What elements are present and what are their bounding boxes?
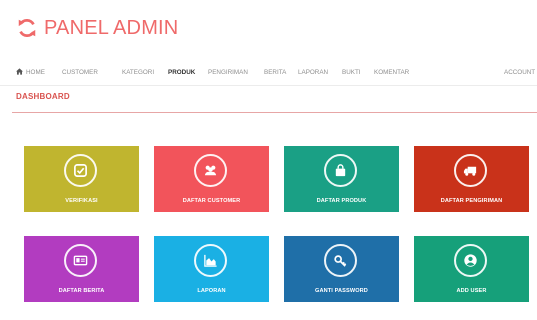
key-icon bbox=[324, 244, 357, 277]
nav-item-home[interactable]: HOME bbox=[16, 60, 45, 86]
truck-icon bbox=[454, 154, 487, 187]
section-divider bbox=[12, 112, 537, 113]
nav-item-pengiriman[interactable]: PENGIRIMAN bbox=[208, 60, 248, 86]
tile-label: DAFTAR CUSTOMER bbox=[182, 198, 241, 204]
header: PANEL ADMIN bbox=[0, 0, 537, 58]
main-navbar: HOME CUSTOMER KATEGORI PRODUK PENGIRIMAN… bbox=[0, 60, 537, 86]
tile-label: DAFTAR PENGIRIMAN bbox=[440, 198, 503, 204]
user-circle-icon bbox=[454, 244, 487, 277]
tile-label: ADD USER bbox=[456, 288, 487, 294]
nav-item-bukti[interactable]: BUKTI bbox=[342, 60, 361, 86]
shopping-bag-icon bbox=[324, 154, 357, 187]
tile-ganti-password[interactable]: GANTI PASSWORD bbox=[284, 236, 399, 302]
tile-label: VERIFIKASI bbox=[65, 198, 98, 204]
nav-item-laporan[interactable]: LAPORAN bbox=[298, 60, 328, 86]
nav-item-label: HOME bbox=[26, 69, 45, 76]
id-card-icon bbox=[64, 244, 97, 277]
brand-logo[interactable]: PANEL ADMIN bbox=[16, 16, 178, 40]
tile-daftar-produk[interactable]: DAFTAR PRODUK bbox=[284, 146, 399, 212]
refresh-icon bbox=[16, 17, 38, 39]
nav-item-berita[interactable]: BERITA bbox=[264, 60, 286, 86]
tile-label: DAFTAR BERITA bbox=[58, 288, 105, 294]
tile-label: GANTI PASSWORD bbox=[315, 288, 368, 294]
users-icon bbox=[194, 154, 227, 187]
checkbox-icon bbox=[64, 154, 97, 187]
nav-item-produk[interactable]: PRODUK bbox=[168, 60, 195, 86]
tile-daftar-customer[interactable]: DAFTAR CUSTOMER bbox=[154, 146, 269, 212]
tile-daftar-berita[interactable]: DAFTAR BERITA bbox=[24, 236, 139, 302]
nav-item-kategori[interactable]: KATEGORI bbox=[122, 60, 154, 86]
nav-item-account[interactable]: ACCOUNT bbox=[504, 60, 535, 86]
nav-item-komentar[interactable]: KOMENTAR bbox=[374, 60, 409, 86]
tile-daftar-pengiriman[interactable]: DAFTAR PENGIRIMAN bbox=[414, 146, 529, 212]
tile-label: DAFTAR PRODUK bbox=[316, 198, 367, 204]
tile-laporan[interactable]: LAPORAN bbox=[154, 236, 269, 302]
home-icon bbox=[16, 68, 23, 75]
tile-add-user[interactable]: ADD USER bbox=[414, 236, 529, 302]
nav-item-customer[interactable]: CUSTOMER bbox=[62, 60, 98, 86]
brand-title: PANEL ADMIN bbox=[44, 17, 179, 39]
tile-verifikasi[interactable]: VERIFIKASI bbox=[24, 146, 139, 212]
area-chart-icon bbox=[194, 244, 227, 277]
dashboard-title: DASHBOARD bbox=[16, 92, 70, 101]
tile-label: LAPORAN bbox=[197, 288, 226, 294]
